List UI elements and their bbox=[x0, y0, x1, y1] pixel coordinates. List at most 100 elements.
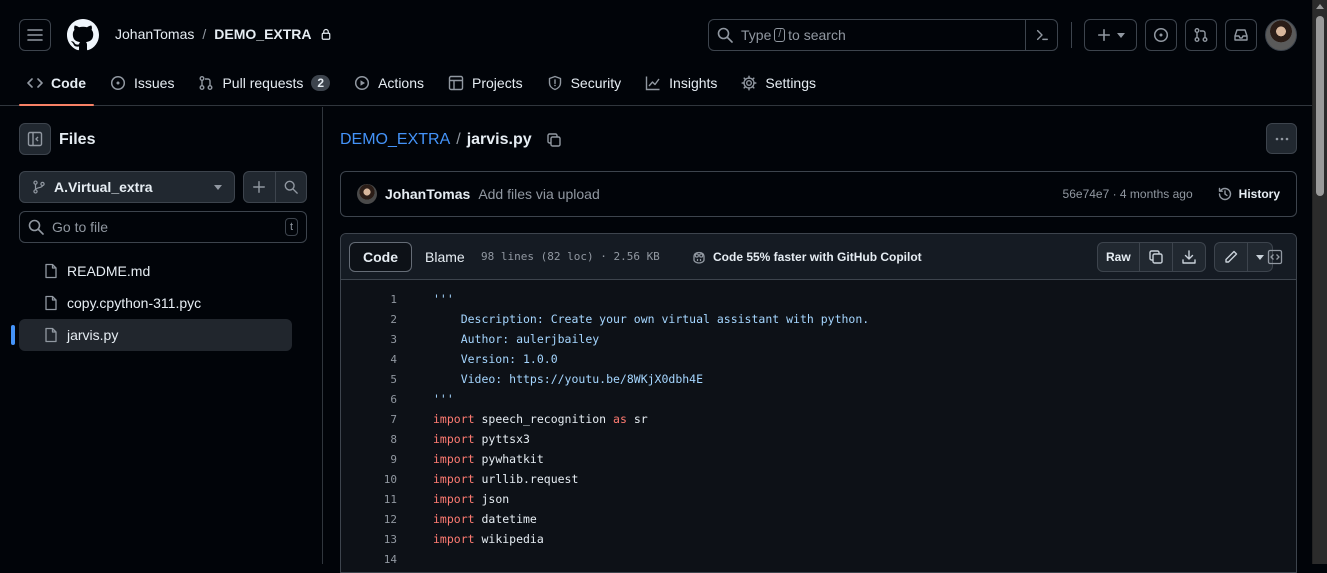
line-number[interactable]: 8 bbox=[341, 433, 397, 446]
file-name: jarvis.py bbox=[67, 327, 119, 343]
line-number[interactable]: 10 bbox=[341, 473, 397, 486]
code-view-button[interactable]: Code bbox=[349, 242, 412, 272]
repo-name-link[interactable]: DEMO_EXTRA bbox=[214, 26, 311, 42]
keyword-token: import bbox=[433, 412, 475, 426]
branch-selector[interactable]: A.Virtual_extra bbox=[19, 171, 235, 203]
line-number[interactable]: 11 bbox=[341, 493, 397, 506]
breadcrumb-separator: / bbox=[456, 131, 461, 148]
keyword-token: as bbox=[613, 412, 627, 426]
user-avatar[interactable] bbox=[1265, 19, 1297, 51]
commit-author-avatar[interactable] bbox=[357, 184, 377, 204]
line-number[interactable]: 9 bbox=[341, 453, 397, 466]
line-number[interactable]: 12 bbox=[341, 513, 397, 526]
line-number[interactable]: 4 bbox=[341, 353, 397, 366]
code-line: 2 Description: Create your own virtual a… bbox=[341, 309, 1296, 329]
scrollbar-thumb[interactable] bbox=[1316, 16, 1324, 196]
keyword-token: import bbox=[433, 532, 475, 546]
commit-meta[interactable]: 56e74e7 · 4 months ago bbox=[1063, 187, 1193, 201]
tab-label: Issues bbox=[134, 75, 175, 91]
file-tree-item[interactable]: README.md bbox=[19, 255, 292, 287]
breadcrumb-repo-link[interactable]: DEMO_EXTRA bbox=[340, 131, 450, 149]
code-line: 10 import urllib.request bbox=[341, 469, 1296, 489]
global-header: JohanTomas / DEMO_EXTRA Type / to search bbox=[0, 0, 1312, 106]
graph-icon bbox=[645, 76, 660, 91]
scroll-up-arrow-icon[interactable] bbox=[1316, 4, 1324, 9]
copilot-icon bbox=[693, 251, 705, 264]
gear-icon bbox=[741, 75, 757, 91]
code-token: pyttsx3 bbox=[474, 432, 530, 446]
sidebar-actions bbox=[243, 171, 307, 203]
tab-label: Code bbox=[51, 75, 86, 91]
history-label: History bbox=[1238, 187, 1280, 201]
your-pull-requests-button[interactable] bbox=[1185, 19, 1217, 51]
go-to-file-input[interactable]: Go to file t bbox=[19, 211, 307, 243]
search-code-button[interactable] bbox=[274, 172, 306, 202]
edit-button[interactable] bbox=[1215, 243, 1247, 271]
tab-settings[interactable]: Settings bbox=[733, 64, 824, 102]
raw-button[interactable]: Raw bbox=[1098, 243, 1139, 271]
add-file-button[interactable] bbox=[244, 172, 275, 202]
code-token: json bbox=[474, 492, 510, 506]
string-token: ''' bbox=[433, 292, 454, 306]
file-icon bbox=[45, 327, 57, 343]
repo-owner-link[interactable]: JohanTomas bbox=[115, 26, 194, 42]
code-line: 5 Video: https://youtu.be/8WKjX0dbh4E bbox=[341, 369, 1296, 389]
tab-label: Pull requests bbox=[222, 75, 304, 91]
create-new-button[interactable] bbox=[1084, 19, 1137, 51]
file-name: copy.cpython-311.pyc bbox=[67, 295, 202, 311]
github-logo-icon[interactable] bbox=[67, 19, 99, 51]
code-square-icon bbox=[1267, 249, 1283, 265]
keyword-token: import bbox=[433, 512, 475, 526]
line-number[interactable]: 5 bbox=[341, 373, 397, 386]
code-token: wikipedia bbox=[474, 532, 544, 546]
line-number[interactable]: 13 bbox=[341, 533, 397, 546]
tab-projects[interactable]: Projects bbox=[440, 64, 531, 102]
tab-insights[interactable]: Insights bbox=[637, 64, 725, 102]
copy-icon[interactable] bbox=[546, 132, 562, 148]
tab-pull-requests[interactable]: Pull requests 2 bbox=[190, 64, 338, 102]
command-palette-button[interactable] bbox=[1025, 20, 1057, 50]
branch-name: A.Virtual_extra bbox=[54, 179, 153, 195]
line-number[interactable]: 6 bbox=[341, 393, 397, 406]
string-token: ''' bbox=[433, 392, 454, 406]
copy-raw-button[interactable] bbox=[1138, 243, 1172, 271]
copilot-promo-text: Code 55% faster with GitHub Copilot bbox=[713, 250, 922, 264]
code-line: 4 Version: 1.0.0 bbox=[341, 349, 1296, 369]
copilot-promo-link[interactable]: Code 55% faster with GitHub Copilot bbox=[691, 249, 922, 265]
symbols-panel-button[interactable] bbox=[1261, 243, 1289, 271]
search-prefix: Type bbox=[741, 27, 772, 43]
history-button[interactable]: History bbox=[1217, 186, 1280, 202]
table-icon bbox=[448, 75, 464, 91]
code-line: 14 bbox=[341, 549, 1296, 569]
file-actions: Raw bbox=[1097, 242, 1273, 272]
tab-security[interactable]: Security bbox=[539, 64, 630, 102]
file-tree-item[interactable]: copy.cpython-311.pyc bbox=[19, 287, 292, 319]
inbox-icon bbox=[1234, 29, 1248, 41]
blame-view-button[interactable]: Blame bbox=[412, 242, 478, 272]
line-number[interactable]: 7 bbox=[341, 413, 397, 426]
window-scrollbar[interactable] bbox=[1312, 0, 1327, 564]
code-token: pywhatkit bbox=[474, 452, 544, 466]
global-search-input[interactable]: Type / to search bbox=[708, 19, 1058, 51]
tab-issues[interactable]: Issues bbox=[102, 64, 182, 102]
line-number[interactable]: 3 bbox=[341, 333, 397, 346]
file-tree-sidebar: Files A.Virtual_extra Go to file t READM… bbox=[0, 107, 323, 564]
keyword-token: import bbox=[433, 472, 475, 486]
download-button[interactable] bbox=[1171, 243, 1205, 271]
file-tree-item-selected[interactable]: jarvis.py bbox=[11, 319, 292, 351]
line-number[interactable]: 2 bbox=[341, 313, 397, 326]
tab-actions[interactable]: Actions bbox=[346, 64, 432, 102]
more-options-button[interactable] bbox=[1266, 123, 1297, 154]
code-line: 12 import datetime bbox=[341, 509, 1296, 529]
notifications-button[interactable] bbox=[1225, 19, 1257, 51]
code-icon bbox=[27, 78, 43, 88]
line-number[interactable]: 1 bbox=[341, 293, 397, 306]
your-issues-button[interactable] bbox=[1145, 19, 1177, 51]
collapse-sidebar-button[interactable] bbox=[19, 123, 51, 155]
file-icon bbox=[45, 295, 57, 311]
menu-button[interactable] bbox=[19, 19, 51, 51]
commit-author[interactable]: JohanTomas bbox=[385, 186, 470, 202]
tab-code[interactable]: Code bbox=[19, 64, 94, 106]
plus-icon bbox=[253, 181, 266, 193]
commit-message[interactable]: Add files via upload bbox=[478, 186, 599, 202]
